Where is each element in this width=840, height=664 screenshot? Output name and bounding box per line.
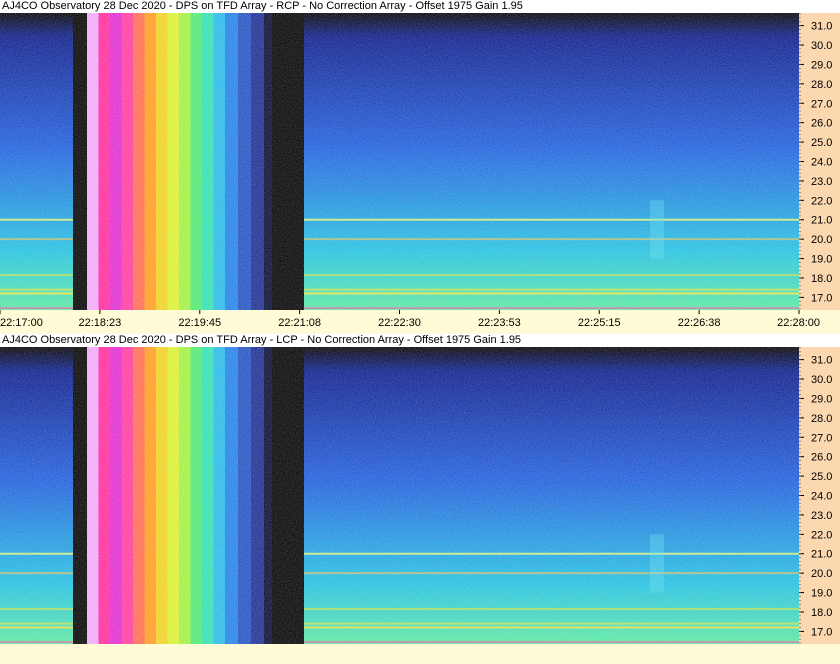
noise-overlay — [0, 347, 799, 644]
spectrogram-plot — [0, 347, 799, 644]
y-tick-label: 22.0 — [811, 529, 832, 541]
x-axis-svg: 22:17:00 22:18:23 22:19:45 22:21:08 22:22:30… — [0, 310, 820, 329]
y-tick-label: 30.0 — [811, 40, 832, 52]
y-tick-label: 17.0 — [811, 292, 832, 304]
y-tick-label: 25.0 — [811, 137, 832, 149]
x-tick-label: 22:18:23 — [78, 317, 121, 329]
y-tick-label: 22.0 — [811, 195, 832, 207]
spectrogram-svg — [0, 347, 799, 644]
x-tick-label: 22:22:30 — [378, 317, 421, 329]
y-tick-label: 27.0 — [811, 432, 832, 444]
x-tick-label: 22:23:53 — [478, 317, 521, 329]
y-tick-label: 23.0 — [811, 176, 832, 188]
y-axis-svg: 31.0 30.0 29.0 28.0 27.0 26.0 25.0 24.0 23.0 22.0… — [799, 13, 832, 310]
y-axis: 31.0 30.0 29.0 28.0 27.0 26.0 25.0 24.0 23.0 22.0… — [799, 347, 840, 644]
y-tick-label: 31.0 — [811, 21, 832, 33]
y-tick-label: 30.0 — [811, 374, 832, 386]
y-tick-label: 21.0 — [811, 215, 832, 227]
y-tick-label: 18.0 — [811, 607, 832, 619]
x-axis: 22:17:00 22:18:23 22:19:45 22:21:08 22:22:30… — [0, 310, 840, 330]
y-tick-label: 27.0 — [811, 98, 832, 110]
y-tick-label: 29.0 — [811, 59, 832, 71]
x-tick-label: 22:21:08 — [278, 317, 321, 329]
y-tick-label: 19.0 — [811, 588, 832, 600]
noise-overlay — [0, 13, 799, 310]
y-tick-label: 24.0 — [811, 491, 832, 503]
x-axis-svg — [0, 644, 840, 664]
x-axis — [0, 644, 840, 664]
y-tick-label: 19.0 — [811, 254, 832, 266]
y-tick-label: 20.0 — [811, 568, 832, 580]
y-axis-svg: 31.0 30.0 29.0 28.0 27.0 26.0 25.0 24.0 23.0 22.0… — [799, 347, 832, 644]
y-tick-label: 23.0 — [811, 510, 832, 522]
x-tick-label: 22:26:38 — [678, 317, 721, 329]
y-tick-label: 17.0 — [811, 626, 832, 638]
x-tick-label: 22:19:45 — [178, 317, 221, 329]
y-tick-label: 21.0 — [811, 549, 832, 561]
y-tick-label: 18.0 — [811, 273, 832, 285]
y-tick-label: 24.0 — [811, 157, 832, 169]
spectrogram-plot — [0, 13, 799, 310]
panel-title: AJ4CO Observatory 28 Dec 2020 - DPS on T… — [0, 334, 840, 347]
spectrogram-svg — [0, 13, 799, 310]
y-tick-label: 26.0 — [811, 452, 832, 464]
y-tick-label: 26.0 — [811, 118, 832, 130]
y-tick-label: 29.0 — [811, 393, 832, 405]
y-tick-label: 28.0 — [811, 413, 832, 425]
y-tick-label: 31.0 — [811, 355, 832, 367]
y-axis: 31.0 30.0 29.0 28.0 27.0 26.0 25.0 24.0 23.0 22.0… — [799, 13, 840, 310]
x-tick-label: 22:28:00 — [777, 317, 820, 329]
y-tick-label: 28.0 — [811, 79, 832, 91]
x-tick-label: 22:17:00 — [0, 317, 43, 329]
panel-title: AJ4CO Observatory 28 Dec 2020 - DPS on T… — [0, 0, 840, 13]
y-tick-label: 20.0 — [811, 234, 832, 246]
x-tick-label: 22:25:15 — [578, 317, 621, 329]
y-tick-label: 25.0 — [811, 471, 832, 483]
